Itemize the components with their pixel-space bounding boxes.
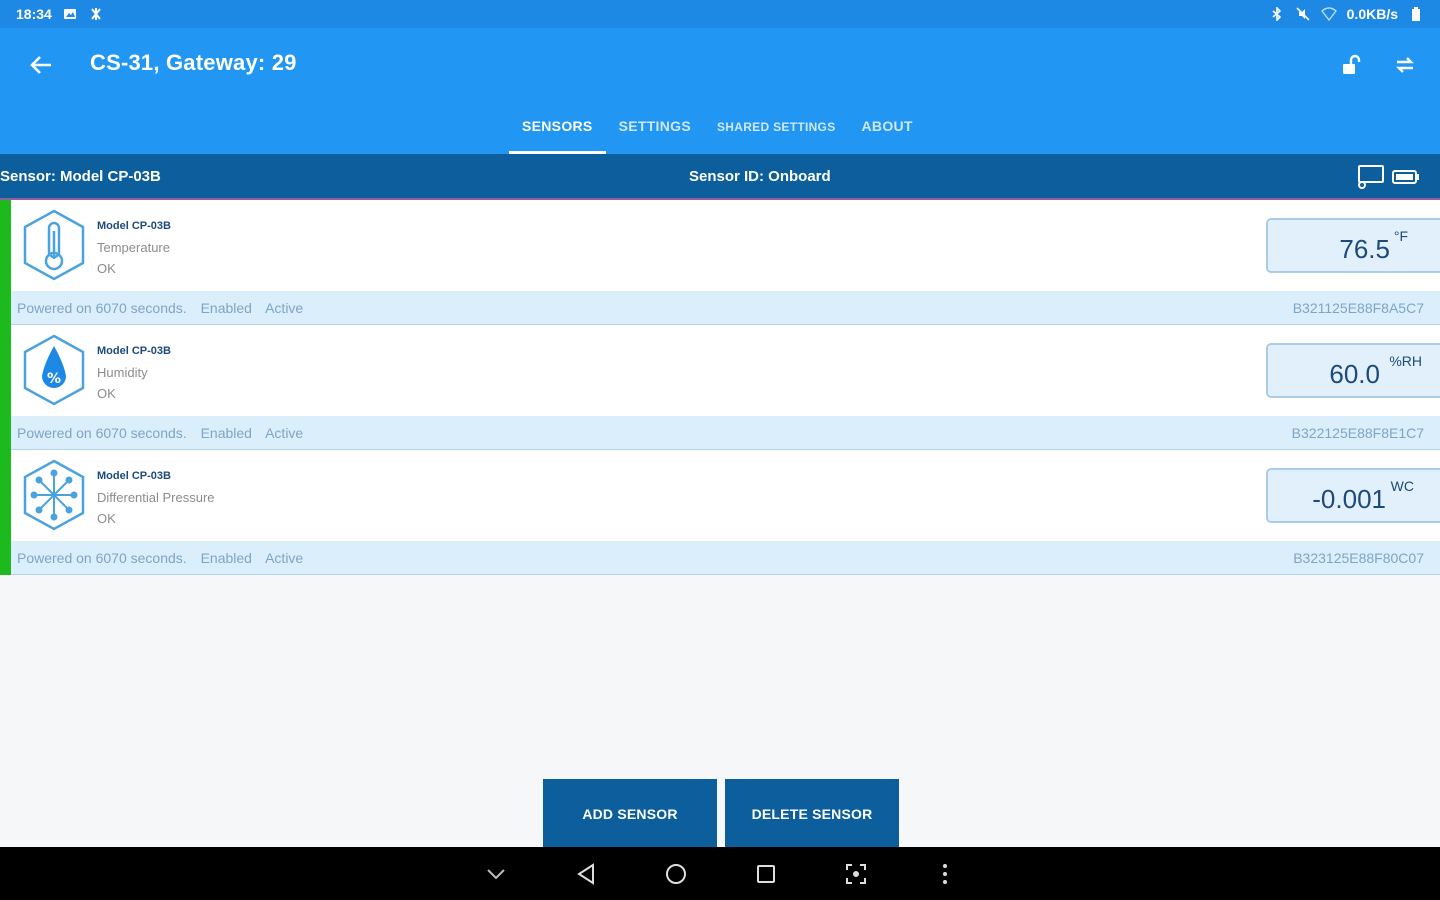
more-vert-icon[interactable] [930, 859, 960, 889]
delete-sensor-button[interactable]: DELETE SENSOR [725, 779, 899, 848]
sensor-value: 76.5 [1339, 234, 1390, 264]
sensor-model: Model CP-03B [97, 220, 171, 232]
pressure-burst-icon [23, 459, 85, 531]
sensor-row-temperature[interactable]: Model CP-03B Temperature OK 76.5 °F Powe… [0, 200, 1440, 325]
image-icon [62, 6, 78, 22]
sync-icon [1396, 57, 1414, 73]
sensor-status: OK [97, 386, 116, 401]
system-nav-bar [0, 847, 1440, 900]
home-circle-icon[interactable] [661, 859, 691, 889]
sensor-type: Temperature [97, 240, 170, 255]
sensor-model-label: Sensor: Model CP-03B [0, 168, 161, 185]
action-button-row: ADD SENSOR DELETE SENSOR [543, 779, 899, 848]
notification-icon [88, 6, 104, 22]
sensor-info-row: Powered on 6070 seconds. Enabled Active … [11, 291, 1440, 325]
sensor-value: -0.001 [1312, 484, 1386, 514]
recents-square-icon[interactable] [751, 859, 781, 889]
hardware-id: B322125E88F8E1C7 [1291, 425, 1424, 441]
mute-icon [1295, 6, 1311, 22]
sensor-value-box[interactable]: 76.5 °F [1266, 218, 1440, 273]
sensor-unit: %RH [1389, 353, 1422, 369]
sensor-model: Model CP-03B [97, 345, 171, 357]
sensor-value-box[interactable]: 60.0 %RH [1266, 343, 1440, 398]
bluetooth-icon [1269, 6, 1285, 22]
app-bar: CS-31, Gateway: 29 SENSORS SETTINGS SHAR… [0, 28, 1440, 154]
status-indicator [0, 200, 11, 325]
arrow-left-icon [30, 56, 51, 74]
sensor-list: Model CP-03B Temperature OK 76.5 °F Powe… [0, 200, 1440, 575]
wifi-icon [1320, 6, 1337, 22]
screenshot-icon[interactable] [841, 859, 871, 889]
powered-text: Powered on 6070 seconds. [17, 550, 187, 566]
tab-sensors[interactable]: SENSORS [509, 108, 606, 154]
sensor-unit: °F [1393, 228, 1408, 244]
hardware-id: B321125E88F8A5C7 [1292, 300, 1424, 316]
battery-icon [1408, 6, 1424, 22]
active-text: Active [265, 550, 304, 566]
cast-icon[interactable] [1356, 164, 1386, 194]
sensor-unit: WC [1390, 478, 1414, 494]
active-text: Active [265, 300, 304, 316]
battery-icon [1392, 169, 1420, 189]
status-bar: 18:34 0.0KB/s [0, 0, 1440, 28]
status-indicator [0, 325, 11, 450]
active-text: Active [265, 425, 304, 441]
sensor-row-pressure[interactable]: Model CP-03B Differential Pressure OK -0… [0, 450, 1440, 575]
humidity-drop-icon: % [23, 334, 85, 406]
enabled-text: Enabled [200, 550, 252, 566]
sensor-value-box[interactable]: -0.001 WC [1266, 468, 1440, 523]
status-time: 18:34 [16, 6, 52, 22]
tab-bar: SENSORS SETTINGS SHARED SETTINGS ABOUT [509, 108, 926, 154]
powered-text: Powered on 6070 seconds. [17, 300, 187, 316]
sensor-type: Humidity [97, 365, 148, 380]
unlock-icon [1343, 54, 1361, 74]
tab-about[interactable]: ABOUT [849, 108, 926, 154]
status-indicator [0, 450, 11, 575]
sensor-status: OK [97, 511, 116, 526]
sensor-model: Model CP-03B [97, 470, 171, 482]
sensor-info-row: Powered on 6070 seconds. Enabled Active … [11, 541, 1440, 575]
enabled-text: Enabled [200, 425, 252, 441]
back-button[interactable] [22, 48, 60, 82]
sensor-id-label: Sensor ID: Onboard [689, 168, 831, 185]
chevron-down-icon[interactable] [481, 859, 511, 889]
sensor-header-bar: Sensor: Model CP-03B Sensor ID: Onboard [0, 154, 1440, 200]
thermometer-icon [23, 209, 85, 281]
sensor-status: OK [97, 261, 116, 276]
sensor-info-row: Powered on 6070 seconds. Enabled Active … [11, 416, 1440, 450]
svg-text:%: % [47, 371, 61, 387]
network-speed: 0.0KB/s [1346, 6, 1398, 22]
enabled-text: Enabled [200, 300, 252, 316]
hardware-id: B323125E88F80C07 [1293, 550, 1424, 566]
unlock-button[interactable] [1334, 48, 1368, 82]
back-triangle-icon[interactable] [571, 859, 601, 889]
page-title: CS-31, Gateway: 29 [90, 50, 297, 75]
powered-text: Powered on 6070 seconds. [17, 425, 187, 441]
sensor-type: Differential Pressure [97, 490, 215, 505]
sync-button[interactable] [1388, 48, 1422, 82]
sensor-row-humidity[interactable]: % Model CP-03B Humidity OK 60.0 %RH Powe… [0, 325, 1440, 450]
add-sensor-button[interactable]: ADD SENSOR [543, 779, 717, 848]
sensor-value: 60.0 [1329, 359, 1380, 389]
tab-shared-settings[interactable]: SHARED SETTINGS [704, 108, 849, 154]
tab-settings[interactable]: SETTINGS [606, 108, 704, 154]
